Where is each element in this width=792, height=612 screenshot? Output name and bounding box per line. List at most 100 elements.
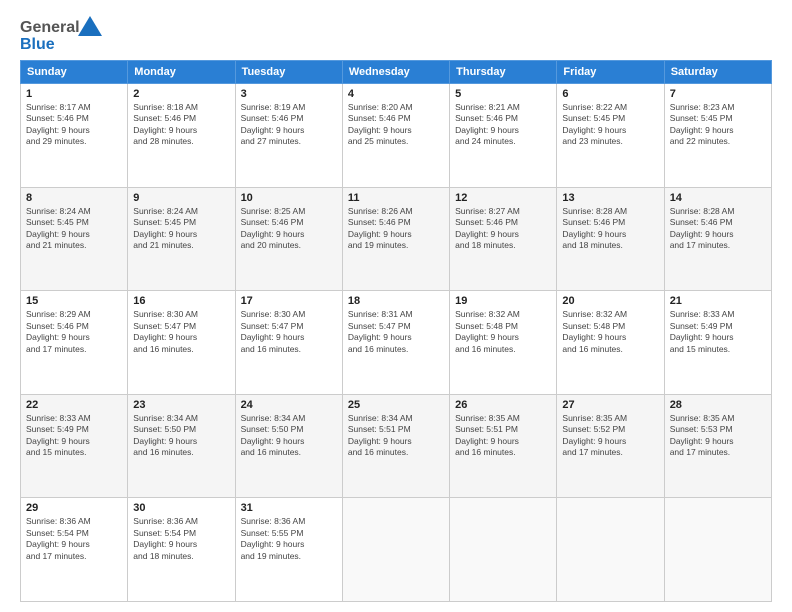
day-number: 18: [348, 295, 444, 307]
calendar-cell: 30 Sunrise: 8:36 AM Sunset: 5:54 PM Dayli…: [128, 498, 235, 602]
day-info: Sunrise: 8:32 AM Sunset: 5:48 PM Dayligh…: [455, 309, 551, 355]
day-info: Sunrise: 8:34 AM Sunset: 5:51 PM Dayligh…: [348, 413, 444, 459]
calendar-cell: [557, 498, 664, 602]
weekday-header-monday: Monday: [128, 61, 235, 84]
weekday-header-thursday: Thursday: [450, 61, 557, 84]
weekday-header-sunday: Sunday: [21, 61, 128, 84]
day-number: 19: [455, 295, 551, 307]
day-number: 22: [26, 399, 122, 411]
calendar-cell: 20Sunrise: 8:32 AM Sunset: 5:48 PM Dayli…: [557, 291, 664, 395]
svg-text:General: General: [20, 19, 80, 36]
day-number: 7: [670, 88, 766, 100]
svg-text:Blue: Blue: [20, 36, 55, 53]
day-number: 16: [133, 295, 229, 307]
day-number: 6: [562, 88, 658, 100]
calendar-cell: 11Sunrise: 8:26 AM Sunset: 5:46 PM Dayli…: [342, 187, 449, 291]
day-number: 1: [26, 88, 122, 100]
day-info: Sunrise: 8:25 AM Sunset: 5:46 PM Dayligh…: [241, 206, 337, 252]
day-info: Sunrise: 8:31 AM Sunset: 5:47 PM Dayligh…: [348, 309, 444, 355]
calendar-cell: 6 Sunrise: 8:22 AM Sunset: 5:45 PM Daylig…: [557, 84, 664, 188]
day-info: Sunrise: 8:29 AM Sunset: 5:46 PM Dayligh…: [26, 309, 122, 355]
calendar-cell: 4 Sunrise: 8:20 AM Sunset: 5:46 PM Daylig…: [342, 84, 449, 188]
calendar-cell: 1 Sunrise: 8:17 AM Sunset: 5:46 PM Daylig…: [21, 84, 128, 188]
calendar-cell: 13 Sunrise: 8:28 AM Sunset: 5:46 PM Dayli…: [557, 187, 664, 291]
calendar-cell: 9 Sunrise: 8:24 AM Sunset: 5:45 PM Daylig…: [128, 187, 235, 291]
calendar-cell: 26 Sunrise: 8:35 AM Sunset: 5:51 PM Dayli…: [450, 394, 557, 498]
day-number: 15: [26, 295, 122, 307]
day-info: Sunrise: 8:19 AM Sunset: 5:46 PM Dayligh…: [241, 102, 337, 148]
day-number: 27: [562, 399, 658, 411]
day-number: 17: [241, 295, 337, 307]
calendar-cell: 22 Sunrise: 8:33 AM Sunset: 5:49 PM Dayli…: [21, 394, 128, 498]
day-info: Sunrise: 8:27 AM Sunset: 5:46 PM Dayligh…: [455, 206, 551, 252]
day-number: 13: [562, 192, 658, 204]
day-number: 30: [133, 502, 229, 514]
day-number: 24: [241, 399, 337, 411]
day-number: 31: [241, 502, 337, 514]
calendar-cell: 28 Sunrise: 8:35 AM Sunset: 5:53 PM Dayli…: [664, 394, 771, 498]
calendar-cell: 12 Sunrise: 8:27 AM Sunset: 5:46 PM Dayli…: [450, 187, 557, 291]
calendar-cell: [342, 498, 449, 602]
calendar-cell: 25 Sunrise: 8:34 AM Sunset: 5:51 PM Dayli…: [342, 394, 449, 498]
calendar-cell: 21Sunrise: 8:33 AM Sunset: 5:49 PM Dayli…: [664, 291, 771, 395]
calendar-cell: 27 Sunrise: 8:35 AM Sunset: 5:52 PM Dayli…: [557, 394, 664, 498]
day-info: Sunrise: 8:35 AM Sunset: 5:51 PM Dayligh…: [455, 413, 551, 459]
day-info: Sunrise: 8:28 AM Sunset: 5:46 PM Dayligh…: [670, 206, 766, 252]
day-number: 9: [133, 192, 229, 204]
calendar-cell: 15 Sunrise: 8:29 AM Sunset: 5:46 PM Dayli…: [21, 291, 128, 395]
day-info: Sunrise: 8:21 AM Sunset: 5:46 PM Dayligh…: [455, 102, 551, 148]
day-number: 2: [133, 88, 229, 100]
logo-svg: GeneralBlue: [20, 16, 110, 56]
calendar-cell: 14 Sunrise: 8:28 AM Sunset: 5:46 PM Dayli…: [664, 187, 771, 291]
day-number: 20: [562, 295, 658, 307]
day-info: Sunrise: 8:35 AM Sunset: 5:52 PM Dayligh…: [562, 413, 658, 459]
weekday-header-saturday: Saturday: [664, 61, 771, 84]
day-info: Sunrise: 8:33 AM Sunset: 5:49 PM Dayligh…: [670, 309, 766, 355]
day-info: Sunrise: 8:18 AM Sunset: 5:46 PM Dayligh…: [133, 102, 229, 148]
calendar-cell: 8Sunrise: 8:24 AM Sunset: 5:45 PM Daylig…: [21, 187, 128, 291]
day-info: Sunrise: 8:26 AM Sunset: 5:46 PM Dayligh…: [348, 206, 444, 252]
day-info: Sunrise: 8:35 AM Sunset: 5:53 PM Dayligh…: [670, 413, 766, 459]
day-number: 4: [348, 88, 444, 100]
day-info: Sunrise: 8:36 AM Sunset: 5:54 PM Dayligh…: [133, 516, 229, 562]
header: GeneralBlue: [20, 16, 772, 56]
logo: GeneralBlue: [20, 16, 110, 56]
calendar-cell: 29Sunrise: 8:36 AM Sunset: 5:54 PM Dayli…: [21, 498, 128, 602]
calendar-cell: 2 Sunrise: 8:18 AM Sunset: 5:46 PM Daylig…: [128, 84, 235, 188]
calendar-cell: 23 Sunrise: 8:34 AM Sunset: 5:50 PM Dayli…: [128, 394, 235, 498]
calendar-cell: 7Sunrise: 8:23 AM Sunset: 5:45 PM Daylig…: [664, 84, 771, 188]
day-number: 28: [670, 399, 766, 411]
calendar-cell: 10 Sunrise: 8:25 AM Sunset: 5:46 PM Dayli…: [235, 187, 342, 291]
day-info: Sunrise: 8:24 AM Sunset: 5:45 PM Dayligh…: [133, 206, 229, 252]
calendar-table: SundayMondayTuesdayWednesdayThursdayFrid…: [20, 60, 772, 602]
day-info: Sunrise: 8:33 AM Sunset: 5:49 PM Dayligh…: [26, 413, 122, 459]
day-number: 10: [241, 192, 337, 204]
calendar-cell: [450, 498, 557, 602]
day-info: Sunrise: 8:22 AM Sunset: 5:45 PM Dayligh…: [562, 102, 658, 148]
day-info: Sunrise: 8:36 AM Sunset: 5:54 PM Dayligh…: [26, 516, 122, 562]
day-info: Sunrise: 8:28 AM Sunset: 5:46 PM Dayligh…: [562, 206, 658, 252]
day-number: 5: [455, 88, 551, 100]
day-number: 23: [133, 399, 229, 411]
calendar-cell: 16Sunrise: 8:30 AM Sunset: 5:47 PM Dayli…: [128, 291, 235, 395]
calendar-cell: 31Sunrise: 8:36 AM Sunset: 5:55 PM Dayli…: [235, 498, 342, 602]
day-number: 14: [670, 192, 766, 204]
day-number: 3: [241, 88, 337, 100]
day-info: Sunrise: 8:34 AM Sunset: 5:50 PM Dayligh…: [133, 413, 229, 459]
page: GeneralBlue SundayMondayTuesdayWednesday…: [0, 0, 792, 612]
calendar-cell: 18 Sunrise: 8:31 AM Sunset: 5:47 PM Dayli…: [342, 291, 449, 395]
day-number: 26: [455, 399, 551, 411]
calendar-cell: 5 Sunrise: 8:21 AM Sunset: 5:46 PM Daylig…: [450, 84, 557, 188]
day-info: Sunrise: 8:24 AM Sunset: 5:45 PM Dayligh…: [26, 206, 122, 252]
weekday-header-friday: Friday: [557, 61, 664, 84]
day-number: 12: [455, 192, 551, 204]
day-info: Sunrise: 8:30 AM Sunset: 5:47 PM Dayligh…: [241, 309, 337, 355]
day-info: Sunrise: 8:34 AM Sunset: 5:50 PM Dayligh…: [241, 413, 337, 459]
weekday-header-wednesday: Wednesday: [342, 61, 449, 84]
calendar-cell: [664, 498, 771, 602]
day-info: Sunrise: 8:20 AM Sunset: 5:46 PM Dayligh…: [348, 102, 444, 148]
calendar-cell: 3 Sunrise: 8:19 AM Sunset: 5:46 PM Daylig…: [235, 84, 342, 188]
calendar-cell: 24 Sunrise: 8:34 AM Sunset: 5:50 PM Dayli…: [235, 394, 342, 498]
day-number: 25: [348, 399, 444, 411]
day-info: Sunrise: 8:17 AM Sunset: 5:46 PM Dayligh…: [26, 102, 122, 148]
